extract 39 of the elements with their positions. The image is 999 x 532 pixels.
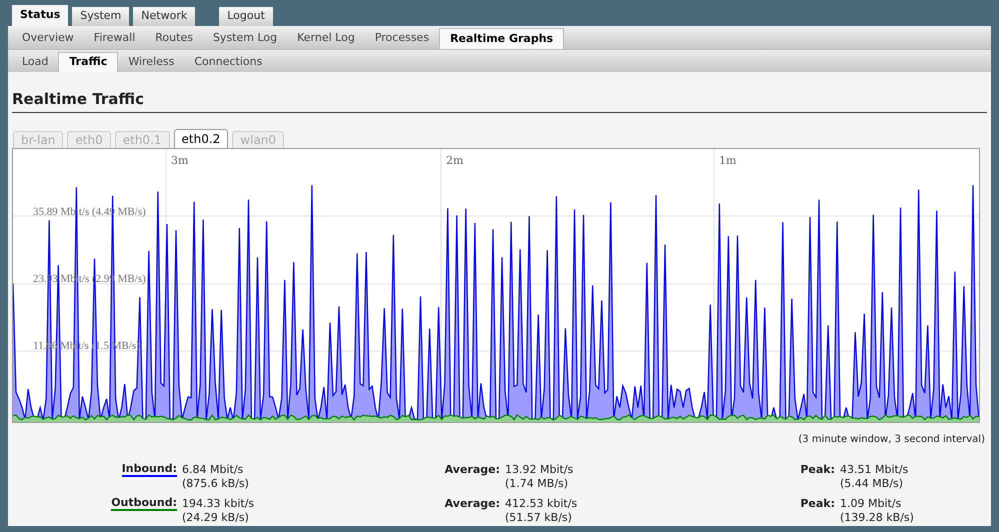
stat-value: 43.51 Mbit/s	[840, 462, 908, 476]
logout-tab[interactable]: Logout	[219, 7, 273, 26]
nav-tab[interactable]: Network	[133, 7, 196, 26]
stat-label: Peak:	[799, 496, 835, 510]
stat-value: (875.6 kB/s)	[182, 476, 250, 490]
stat-value: 412.53 kbit/s	[505, 496, 578, 510]
nav-tab[interactable]: Status	[12, 5, 68, 26]
submenu-tab[interactable]: Load	[12, 52, 58, 72]
submenu-tab[interactable]: Connections	[184, 52, 272, 72]
time-axis-label: 1m	[719, 152, 736, 168]
stat-value: (51.57 kB/s)	[505, 510, 573, 524]
interface-tab[interactable]: eth0.2	[174, 128, 228, 148]
submenu-tab[interactable]: Traffic	[58, 52, 118, 72]
stat-value: 13.92 Mbit/s	[505, 462, 574, 476]
legend-label: Outbound:	[111, 496, 177, 510]
legend-label: Inbound:	[122, 462, 177, 476]
stat-value: (139.28 kB/s)	[840, 510, 914, 524]
menu-tab[interactable]: System Log	[202, 28, 288, 49]
menu-tab[interactable]: Routes	[145, 28, 203, 49]
nav-tab[interactable]: System	[72, 7, 130, 26]
stat-value: (1.74 MB/s)	[505, 476, 570, 490]
menu-tab[interactable]: Realtime Graphs	[439, 28, 564, 49]
stat-label: Average:	[444, 496, 500, 510]
menu-tab[interactable]: Firewall	[84, 28, 146, 49]
stat-value: (5.44 MB/s)	[840, 476, 904, 490]
page-title: Realtime Traffic	[12, 88, 987, 112]
stat-value: 194.33 kbit/s	[182, 496, 256, 510]
stat-label: Peak:	[799, 462, 835, 476]
time-axis-label: 3m	[171, 152, 188, 168]
graph-caption: (3 minute window, 3 second interval)	[797, 432, 986, 446]
menu-tab[interactable]: Kernel Log	[287, 28, 365, 49]
stat-value: 6.84 Mbit/s	[182, 462, 244, 476]
time-axis-label: 2m	[446, 152, 464, 168]
stat-label: Average:	[444, 462, 500, 476]
stat-value: (24.29 kB/s)	[182, 510, 250, 524]
stat-value: 1.09 Mbit/s	[840, 496, 902, 510]
menu-tab[interactable]: Processes	[364, 28, 440, 49]
submenu-tab[interactable]: Wireless	[118, 52, 184, 72]
menu-tab[interactable]: Overview	[12, 28, 84, 49]
